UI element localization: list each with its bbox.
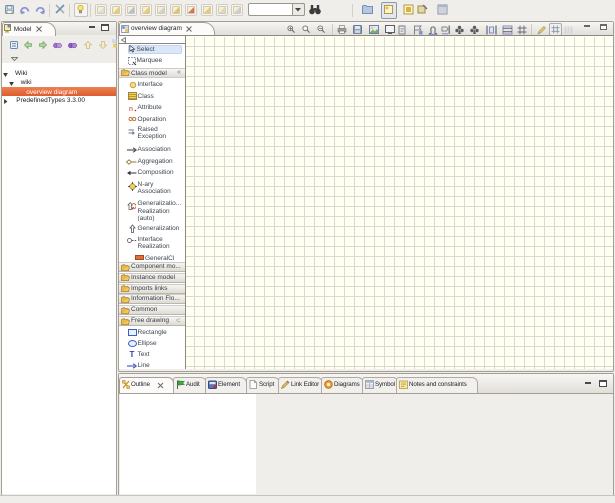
- svg-text:n: n: [129, 106, 133, 112]
- svg-text:T: T: [130, 350, 135, 358]
